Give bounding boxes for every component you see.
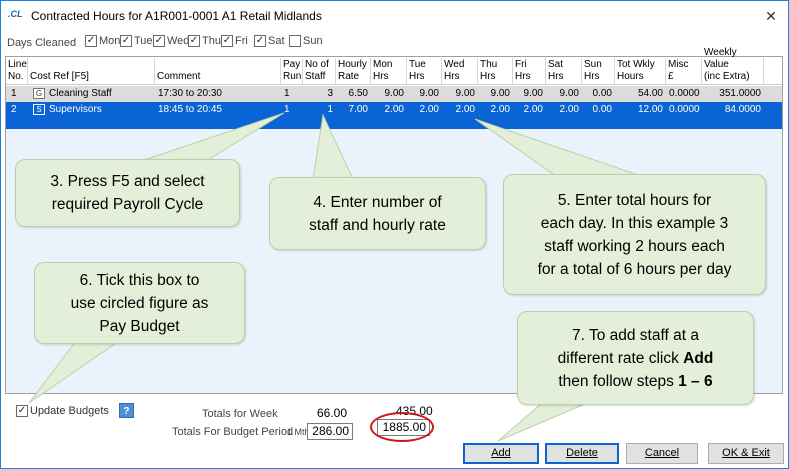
callout-text: staff working 2 hours each [544,237,725,255]
callout-text: use circled figure as [70,294,209,312]
callout-text: for a total of 6 hours per day [537,260,732,278]
help-icon[interactable]: ? [118,403,134,418]
callout-text: 3. Press F5 and select [50,173,205,190]
highlight-ellipse [370,412,434,442]
callout-text: 7. To add staff at a [572,326,699,344]
callout-text: Pay Budget [99,317,180,335]
callout-step-4: 4. Enter number of staff and hourly rate [269,177,486,250]
callout-text: required Payroll Cycle [51,196,204,213]
callout-text: 4. Enter number of [313,193,442,211]
update-budgets-checkbox[interactable]: ✓ Update Budgets ? [16,403,134,418]
update-budgets-label: Update Budgets [30,404,109,417]
checkbox-icon[interactable]: ✓ [16,404,28,417]
callout-text: staff and hourly rate [309,216,446,234]
callout-text-bold: Add [683,349,714,367]
callout-text: different rate click [557,349,684,367]
callout-step-7: 7. To add staff at a different rate clic… [517,311,754,405]
callout-text: each day. In this example 3 [540,214,729,232]
callout-step-5: 5. Enter total hours for each day. In thi… [503,174,766,295]
contracted-hours-window: .CL Contracted Hours for A1R001-0001 A1 … [0,0,789,469]
callout-text: 6. Tick this box to [79,271,200,289]
callout-text-bold: 1 – 6 [678,372,713,390]
callout-step-6: 6. Tick this box to use circled figure as… [34,262,245,344]
callout-step-3: 3. Press F5 and select required Payroll C… [15,159,240,227]
callout-text: then follow steps [558,372,679,390]
callout-text: 5. Enter total hours for [557,191,712,209]
